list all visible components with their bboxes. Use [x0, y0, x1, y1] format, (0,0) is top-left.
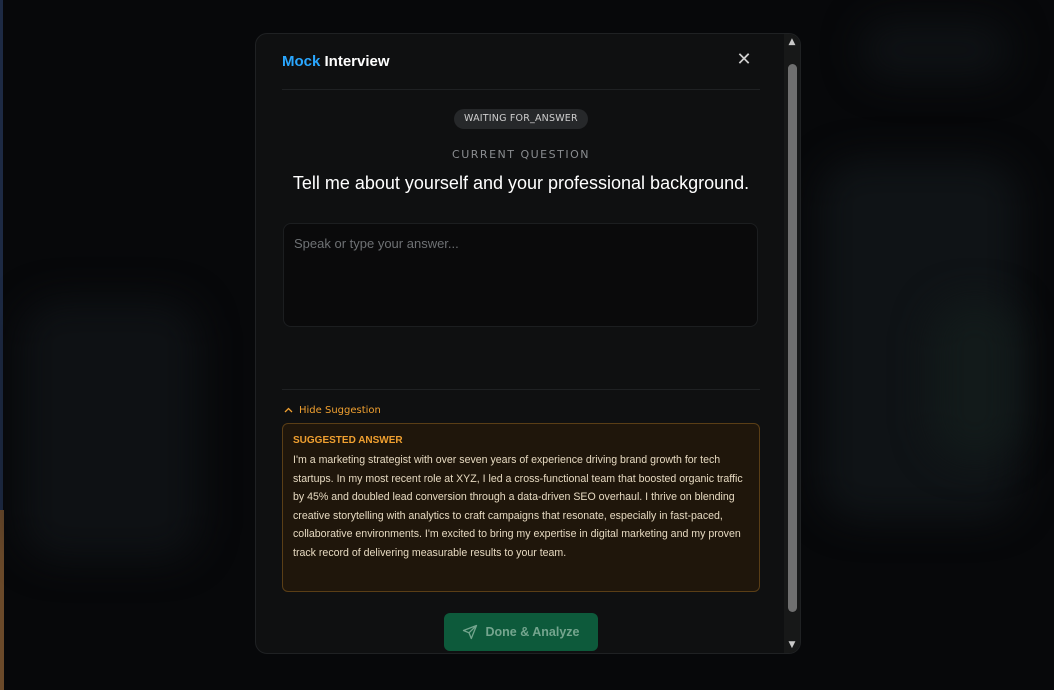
scroll-up-icon[interactable]: ▲ — [787, 36, 797, 48]
send-icon — [463, 624, 478, 640]
section-divider — [282, 389, 760, 390]
done-analyze-button[interactable]: Done & Analyze — [444, 613, 598, 651]
modal-title-rest: Interview — [324, 53, 390, 70]
done-analyze-label: Done & Analyze — [485, 625, 580, 639]
background-blur — [860, 20, 1010, 80]
current-question-text: Tell me about yourself and your professi… — [292, 173, 750, 193]
hide-suggestion-label: Hide Suggestion — [299, 405, 381, 416]
background-blur — [20, 300, 200, 560]
background-edge-image — [0, 510, 4, 690]
answer-input[interactable] — [283, 223, 758, 327]
close-icon[interactable]: ✕ — [734, 50, 754, 70]
background-blur — [930, 300, 1020, 460]
scrollbar-thumb[interactable] — [788, 64, 797, 612]
scroll-down-icon[interactable]: ▼ — [787, 639, 797, 651]
mock-interview-modal: Mock Interview ✕ WAITING FOR_ANSWER CURR… — [255, 33, 801, 654]
status-badge: WAITING FOR_ANSWER — [454, 109, 588, 129]
suggested-answer-title: SUGGESTED ANSWER — [293, 435, 403, 446]
modal-header: Mock Interview ✕ — [282, 34, 760, 90]
modal-title: Mock Interview — [282, 53, 390, 70]
hide-suggestion-toggle[interactable]: Hide Suggestion — [284, 404, 381, 418]
suggested-answer-panel: SUGGESTED ANSWER I'm a marketing strateg… — [282, 423, 760, 592]
modal-title-accent: Mock — [282, 53, 321, 70]
current-question-label: CURRENT QUESTION — [452, 148, 590, 161]
suggested-answer-text: I'm a marketing strategist with over sev… — [293, 454, 743, 559]
scrollbar[interactable]: ▲ ▼ — [784, 34, 800, 653]
chevron-up-icon — [284, 404, 293, 418]
